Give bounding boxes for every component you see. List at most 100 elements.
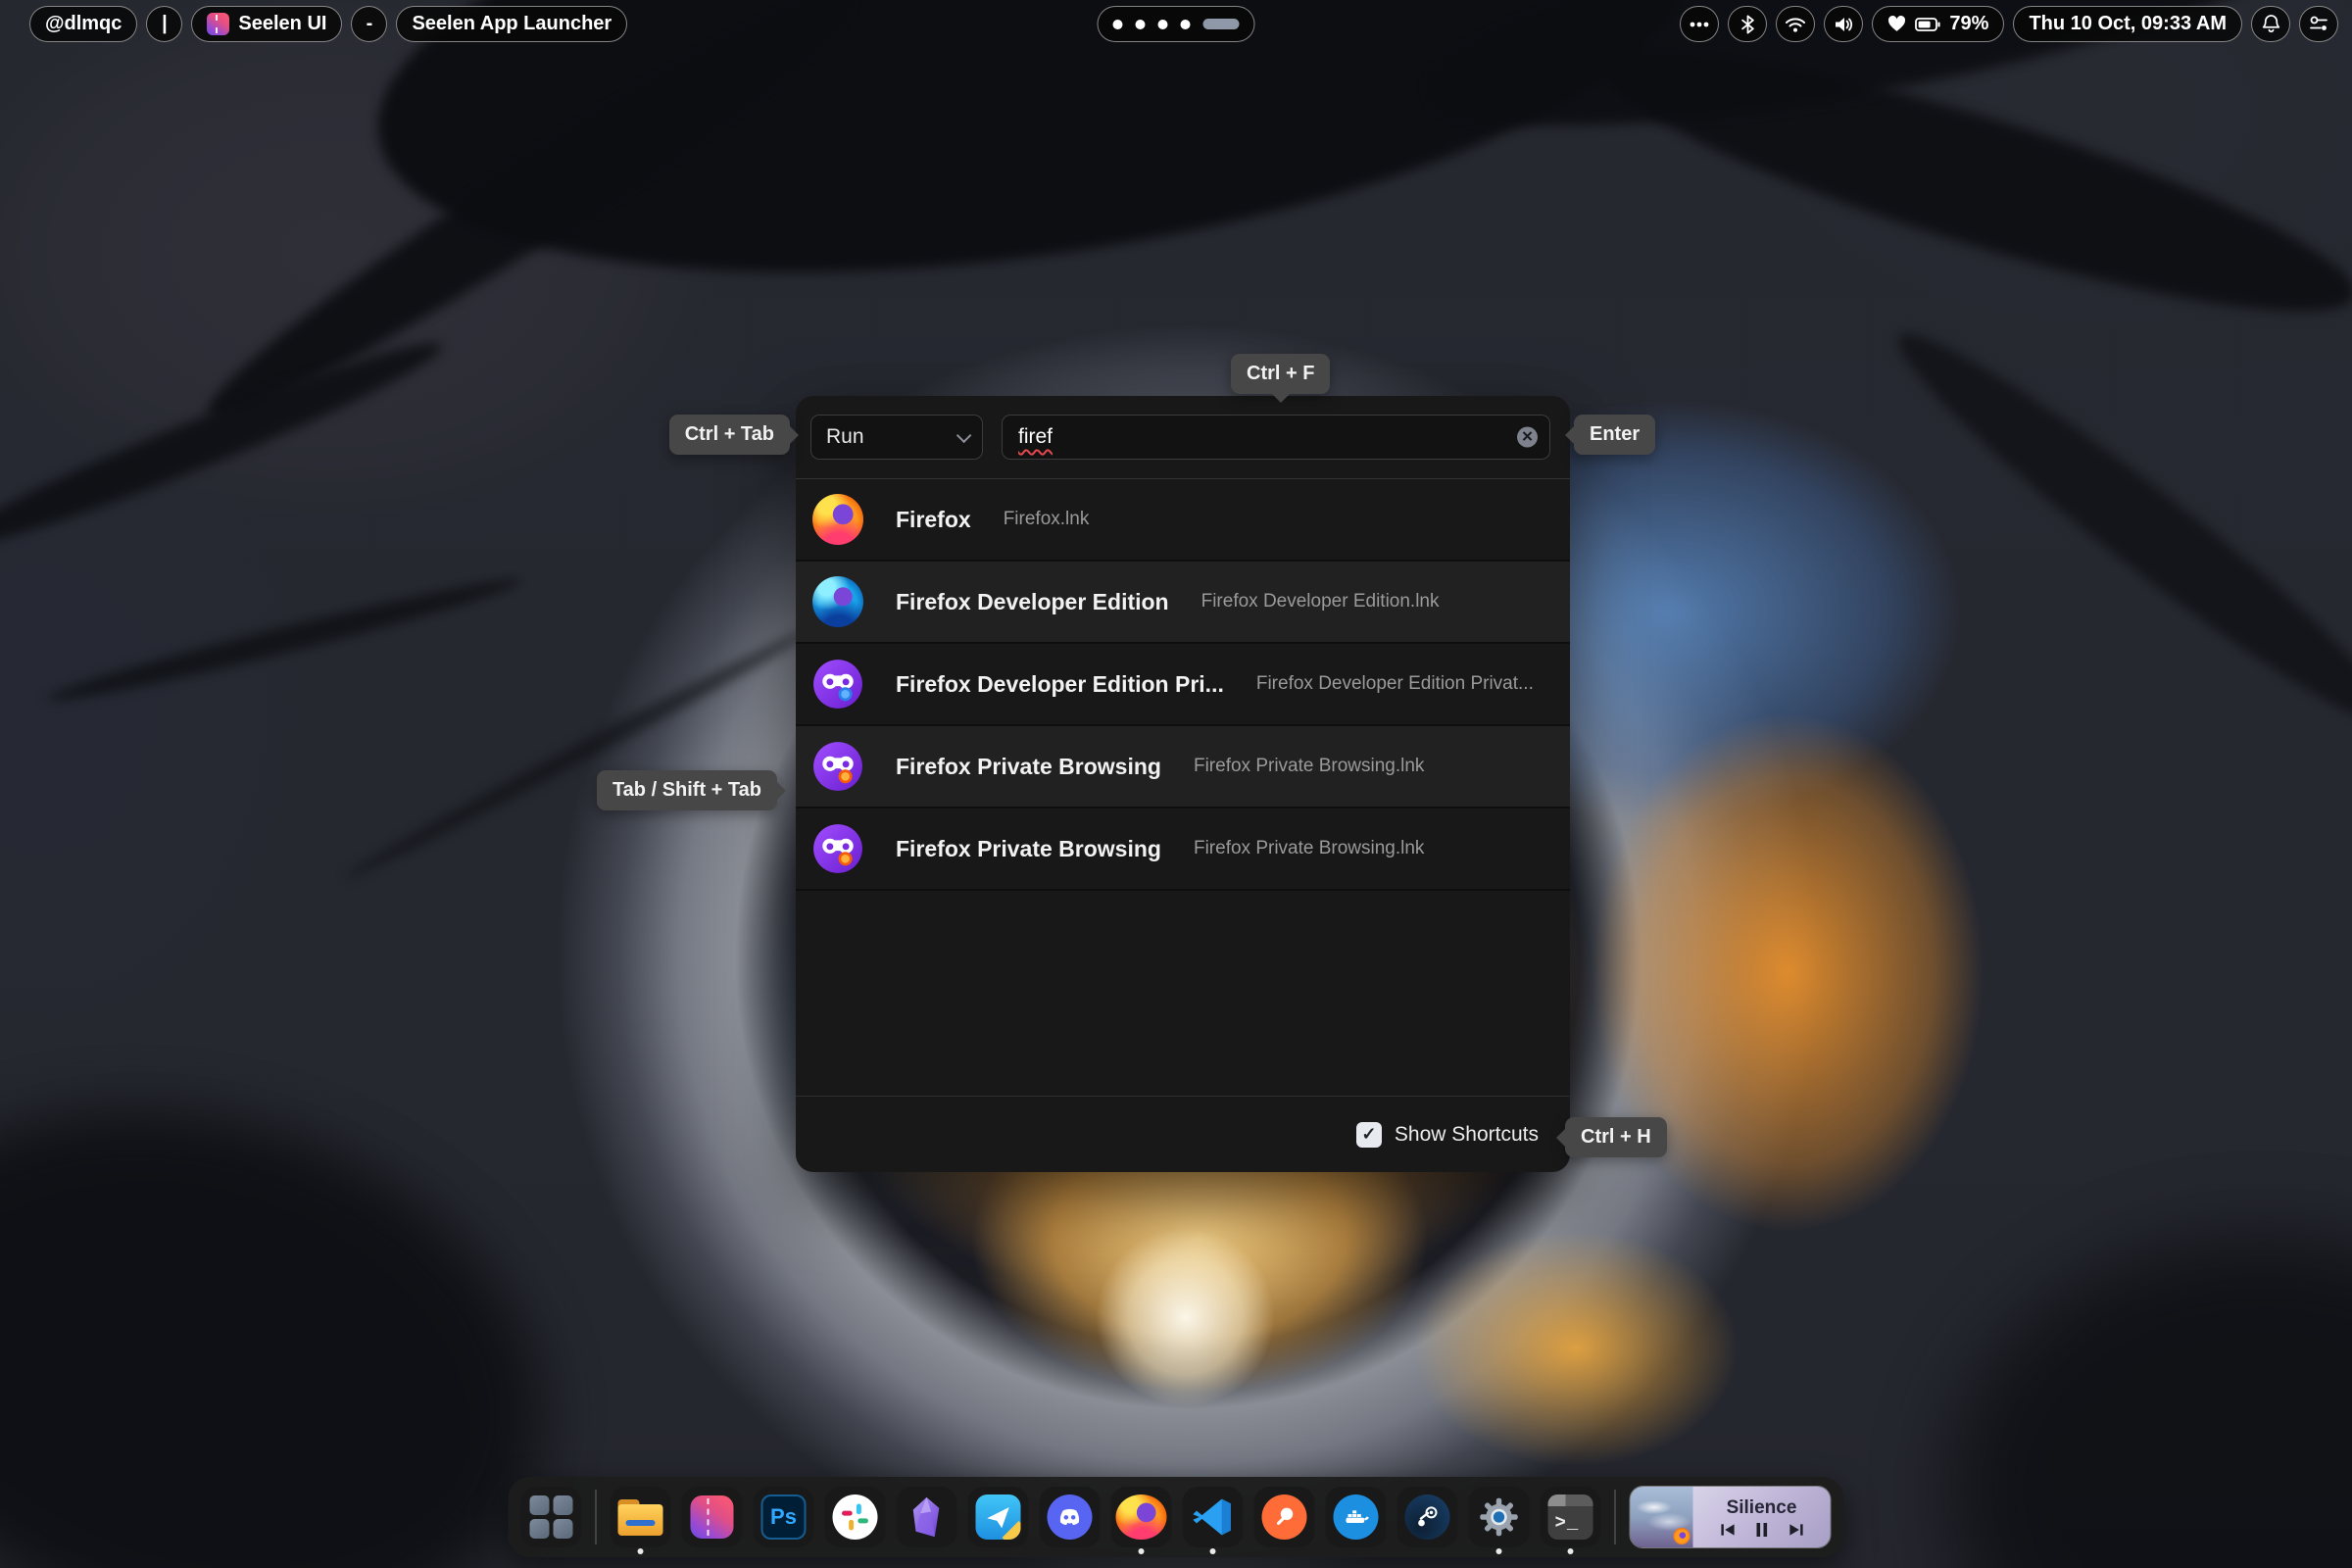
dock-item-seelen-ui[interactable] bbox=[681, 1487, 743, 1547]
workspace-active-indicator[interactable] bbox=[1202, 19, 1240, 29]
result-name: Firefox Developer Edition bbox=[896, 588, 1169, 614]
slack-icon bbox=[832, 1494, 878, 1540]
dock-separator bbox=[1614, 1490, 1616, 1544]
obsidian-icon bbox=[912, 1496, 940, 1538]
battery-icon bbox=[1915, 17, 1941, 31]
firefox-icon bbox=[812, 494, 863, 545]
dock-separator bbox=[595, 1490, 597, 1544]
media-album-art bbox=[1630, 1487, 1693, 1547]
dock-item-obsidian[interactable] bbox=[896, 1487, 957, 1547]
result-path: Firefox.lnk bbox=[1003, 509, 1090, 529]
wallpaper-lash bbox=[0, 323, 451, 566]
workspace-pill[interactable] bbox=[1097, 6, 1255, 42]
result-name: Firefox Private Browsing bbox=[896, 753, 1161, 779]
running-indicator bbox=[1209, 1548, 1216, 1554]
firefox-private-icon bbox=[813, 824, 862, 873]
clock-pill[interactable]: Thu 10 Oct, 09:33 AM bbox=[2013, 6, 2242, 42]
next-track-button[interactable] bbox=[1788, 1522, 1804, 1538]
clear-search-button[interactable]: ✕ bbox=[1517, 426, 1538, 448]
wifi-button[interactable] bbox=[1776, 6, 1816, 42]
quick-settings-button[interactable] bbox=[2299, 6, 2338, 42]
workspace-dot[interactable] bbox=[1112, 19, 1123, 29]
separator-dash-pill: - bbox=[351, 6, 388, 42]
seelen-ui-label: Seelen UI bbox=[238, 13, 327, 34]
user-pill[interactable]: @dlmqc bbox=[29, 6, 138, 42]
dock-item-spark-mail[interactable] bbox=[967, 1487, 1029, 1547]
seelen-ui-pill[interactable]: Seelen UI bbox=[191, 6, 343, 42]
results-list: Firefox Firefox.lnk Firefox Developer Ed… bbox=[796, 479, 1570, 891]
result-name: Firefox Private Browsing bbox=[896, 835, 1161, 861]
bluetooth-button[interactable] bbox=[1728, 6, 1768, 42]
dock-item-file-explorer[interactable] bbox=[610, 1487, 671, 1554]
tooltip-search-focus: Ctrl + F bbox=[1231, 354, 1331, 403]
spark-mail-icon bbox=[975, 1494, 1021, 1540]
dock-item-firefox[interactable] bbox=[1110, 1487, 1172, 1554]
result-row-firefox-private[interactable]: Firefox Private Browsing Firefox Private… bbox=[796, 726, 1570, 808]
running-indicator bbox=[1495, 1548, 1502, 1554]
result-path: Firefox Developer Edition Privat... bbox=[1255, 673, 1534, 694]
top-bar: @dlmqc | Seelen UI - Seelen App Launcher bbox=[0, 6, 2352, 43]
active-window-pill[interactable]: Seelen App Launcher bbox=[396, 6, 628, 42]
volume-button[interactable] bbox=[1824, 6, 1864, 42]
media-player-widget[interactable]: Silience bbox=[1629, 1486, 1832, 1548]
dock: Ps >_ Silience bbox=[508, 1477, 1844, 1557]
running-indicator bbox=[1567, 1548, 1574, 1554]
show-shortcuts-checkbox[interactable]: ✓ bbox=[1355, 1121, 1382, 1148]
workspace-dot[interactable] bbox=[1180, 19, 1191, 29]
terminal-icon: >_ bbox=[1547, 1494, 1593, 1540]
file-explorer-icon bbox=[617, 1498, 663, 1536]
bluetooth-icon bbox=[1741, 15, 1754, 33]
quick-settings-icon bbox=[2310, 16, 2328, 30]
launcher-header: Run firef ✕ bbox=[796, 396, 1570, 479]
result-row-firefox[interactable]: Firefox Firefox.lnk bbox=[796, 479, 1570, 562]
dock-item-discord[interactable] bbox=[1039, 1487, 1101, 1547]
overflow-menu-button[interactable] bbox=[1680, 6, 1720, 42]
result-row-firefox-dev-private[interactable]: Firefox Developer Edition Pri... Firefox… bbox=[796, 644, 1570, 726]
launcher-footer: ✓ Show Shortcuts bbox=[796, 1096, 1570, 1172]
volume-icon bbox=[1836, 17, 1853, 31]
result-path: Firefox Developer Edition.lnk bbox=[1200, 591, 1440, 612]
vscode-icon bbox=[1193, 1498, 1231, 1536]
media-title: Silience bbox=[1726, 1496, 1797, 1518]
running-indicator bbox=[1138, 1548, 1145, 1554]
result-name: Firefox Developer Edition Pri... bbox=[896, 670, 1224, 697]
steam-icon bbox=[1404, 1494, 1450, 1540]
show-shortcuts-label: Show Shortcuts bbox=[1394, 1122, 1539, 1146]
search-input[interactable]: firef ✕ bbox=[1002, 415, 1550, 460]
dock-item-steam[interactable] bbox=[1396, 1487, 1458, 1547]
battery-pill[interactable]: 79% bbox=[1872, 6, 2005, 42]
workspace-dot[interactable] bbox=[1135, 19, 1146, 29]
pause-button[interactable] bbox=[1755, 1522, 1768, 1538]
docker-icon bbox=[1333, 1494, 1379, 1540]
wallpaper-lash bbox=[1950, 1235, 2352, 1568]
media-controls bbox=[1719, 1522, 1804, 1538]
topbar-left-group: @dlmqc | Seelen UI - Seelen App Launcher bbox=[29, 6, 628, 42]
dock-item-docker[interactable] bbox=[1325, 1487, 1387, 1547]
postman-icon bbox=[1261, 1494, 1307, 1540]
dock-item-settings[interactable] bbox=[1468, 1487, 1530, 1554]
dock-item-start-menu[interactable] bbox=[520, 1487, 582, 1547]
result-path: Firefox Private Browsing.lnk bbox=[1193, 756, 1425, 776]
result-row-firefox-private-2[interactable]: Firefox Private Browsing Firefox Private… bbox=[796, 808, 1570, 891]
result-row-firefox-developer[interactable]: Firefox Developer Edition Firefox Develo… bbox=[796, 562, 1570, 644]
workspace-dot[interactable] bbox=[1157, 19, 1168, 29]
firefox-icon bbox=[1115, 1494, 1167, 1540]
tooltip-execute: Enter bbox=[1564, 415, 1656, 455]
dock-item-terminal[interactable]: >_ bbox=[1540, 1487, 1601, 1554]
dock-item-vscode[interactable] bbox=[1182, 1487, 1244, 1554]
wallpaper-lash bbox=[340, 621, 816, 886]
dock-item-slack[interactable] bbox=[824, 1487, 886, 1547]
heart-icon bbox=[1888, 16, 1906, 31]
dock-item-postman[interactable] bbox=[1253, 1487, 1315, 1547]
previous-track-button[interactable] bbox=[1719, 1522, 1736, 1538]
wallpaper-lash bbox=[1875, 305, 2352, 754]
wifi-icon bbox=[1786, 17, 1806, 32]
notifications-button[interactable] bbox=[2251, 6, 2290, 42]
media-player-body: Silience bbox=[1692, 1487, 1831, 1547]
photoshop-icon: Ps bbox=[760, 1494, 807, 1540]
gear-icon bbox=[1480, 1497, 1518, 1537]
separator-pipe-pill: | bbox=[146, 6, 183, 42]
mode-select[interactable]: Run bbox=[810, 415, 983, 460]
dock-item-photoshop[interactable]: Ps bbox=[753, 1487, 814, 1547]
app-launcher-panel: Run firef ✕ Firefox Firefox.lnk Firefox … bbox=[796, 396, 1570, 1172]
